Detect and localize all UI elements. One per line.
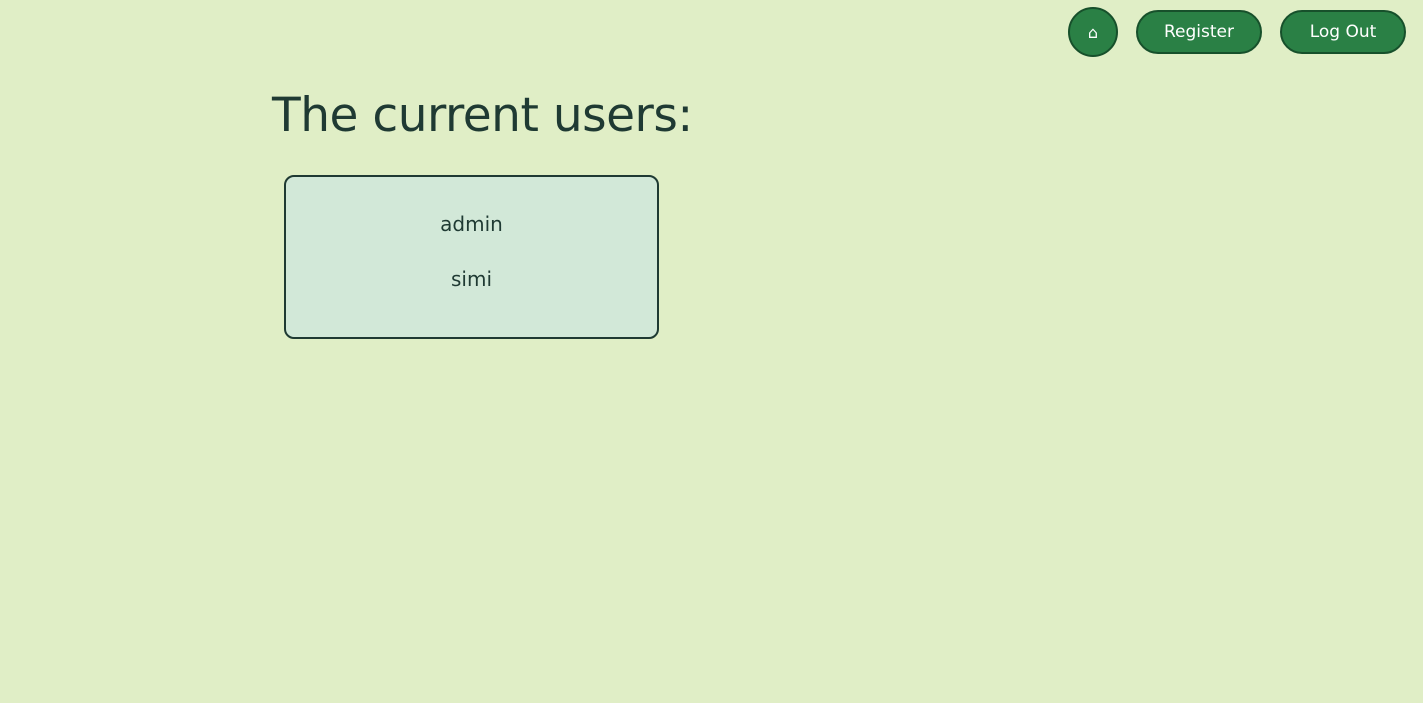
home-button[interactable]: ⌂ [1068,7,1118,57]
list-item: simi [450,267,492,291]
home-icon: ⌂ [1087,22,1099,42]
top-nav: ⌂ Register Log Out [1068,7,1406,57]
users-list-box: admin simi [284,175,659,339]
list-item: admin [440,212,503,236]
register-button[interactable]: Register [1136,10,1262,54]
user-list: admin simi [286,209,657,319]
logout-button[interactable]: Log Out [1280,10,1406,54]
page-title: The current users: [272,88,693,143]
